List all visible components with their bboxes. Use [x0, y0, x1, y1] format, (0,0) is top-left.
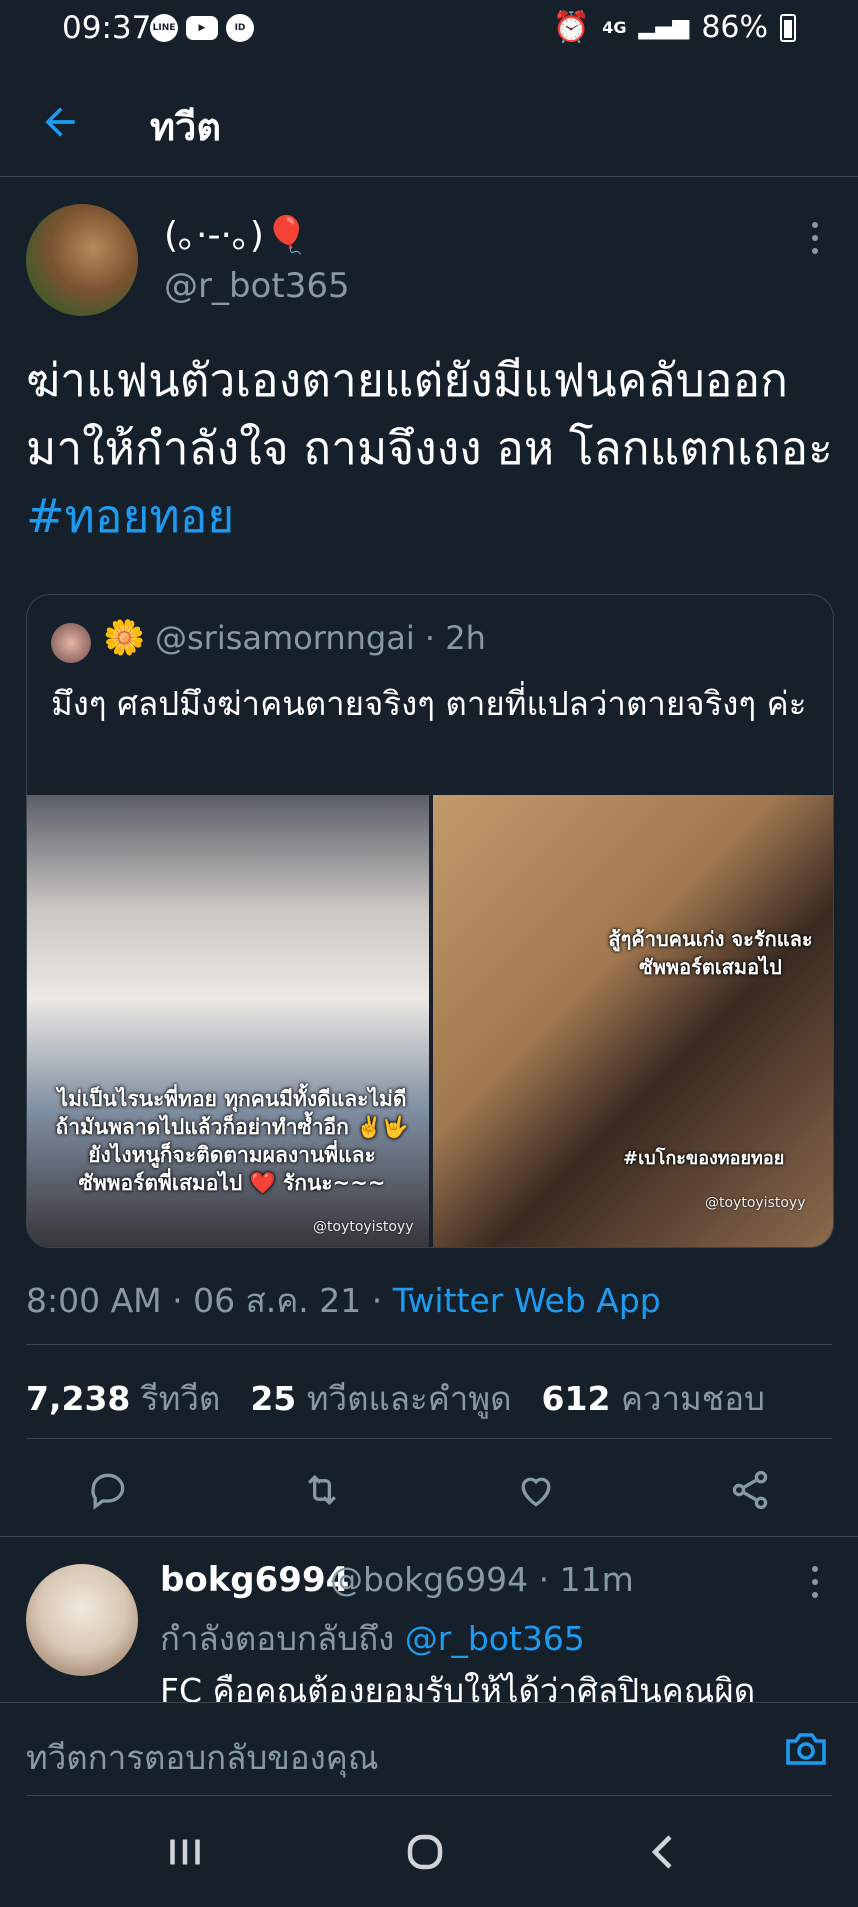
quoted-author-avatar	[51, 623, 91, 663]
retweet-stat[interactable]: 7,238 รีทวีต	[26, 1372, 220, 1425]
reply-icon[interactable]	[86, 1468, 130, 1512]
author-avatar[interactable]	[26, 204, 138, 316]
quoted-text: มึงๆ ศลปมึงฆ่าคนตายจริงๆ ตายที่แปลว่าตาย…	[51, 684, 807, 723]
reply-handle-time: @bokg6994 · 11m	[330, 1560, 634, 1599]
status-app-icons: LINE ▶ ID	[150, 14, 254, 42]
quote-label: ทวีตและคำพูด	[306, 1379, 512, 1418]
reply-author-avatar[interactable]	[26, 1564, 138, 1676]
tweet-text: ฆ่าแฟนตัวเองตายแต่ยังมีแฟนคลับออกมาให้กำ…	[26, 346, 836, 550]
author-display-name[interactable]: (｡·-·｡)🎈	[164, 206, 309, 258]
quoted-tweet-card[interactable]: 🌼 @srisamornngai · 2h มึงๆ ศลปมึงฆ่าคนตา…	[26, 594, 834, 1248]
back-nav-icon[interactable]	[635, 1822, 695, 1882]
author-handle[interactable]: @r_bot365	[164, 266, 350, 306]
recent-apps-icon[interactable]	[155, 1822, 215, 1882]
tweet-body: ฆ่าแฟนตัวเองตายแต่ยังมีแฟนคลับออกมาให้กำ…	[26, 353, 833, 475]
tweet-meta: 8:00 AM · 06 ส.ค. 21 · Twitter Web App	[26, 1274, 661, 1327]
divider	[26, 1344, 832, 1345]
retweet-count: 7,238	[26, 1379, 131, 1418]
signal-icon: ▂▄▆	[638, 15, 690, 40]
share-icon[interactable]	[728, 1468, 772, 1512]
alarm-icon: ⏰	[552, 10, 591, 45]
tweet-actions	[0, 1458, 858, 1518]
replying-to-link[interactable]: @r_bot365	[405, 1619, 585, 1658]
network-type: 4G	[602, 18, 627, 37]
more-options-icon[interactable]	[812, 222, 822, 254]
back-arrow-icon[interactable]	[38, 100, 82, 144]
quoted-image-right[interactable]: สู้ๆค้าบคนเก่ง จะรักและซัพพอร์ตเสมอไป #เ…	[433, 795, 833, 1247]
composer-underline	[26, 1795, 832, 1796]
replying-to: กำลังตอบกลับถึง @r_bot365	[160, 1612, 585, 1665]
reply-more-options-icon[interactable]	[812, 1566, 822, 1598]
image-left-watermark: @toytoyistoyy	[313, 1219, 414, 1235]
image-right-watermark: @toytoyistoyy	[705, 1195, 806, 1211]
image-right-caption: สู้ๆค้าบคนเก่ง จะรักและซัพพอร์ตเสมอไป	[608, 927, 813, 979]
like-count: 612	[541, 1379, 611, 1418]
youtube-icon: ▶	[186, 16, 218, 40]
quote-stat[interactable]: 25 ทวีตและคำพูด	[250, 1372, 511, 1425]
section-divider	[0, 1536, 858, 1537]
battery-icon	[780, 13, 796, 42]
heart-icon[interactable]	[514, 1468, 558, 1512]
image-right-tag: #เบโกะของทอยทอย	[623, 1148, 785, 1169]
status-right: ⏰ 4G ▂▄▆ 86%	[553, 10, 796, 45]
like-label: ความชอบ	[620, 1379, 765, 1418]
quoted-display-name: 🌼	[103, 618, 146, 658]
status-time: 09:37	[62, 10, 152, 46]
replying-prefix: กำลังตอบกลับถึง	[160, 1619, 405, 1658]
tweet-source-link[interactable]: Twitter Web App	[393, 1281, 661, 1320]
reply-author-name[interactable]: bokg6994	[160, 1560, 349, 1600]
reply-composer: ทวีตการตอบกลับของคุณ	[0, 1702, 858, 1797]
trueid-icon: ID	[226, 14, 254, 42]
home-icon[interactable]	[395, 1822, 455, 1882]
status-bar: 09:37 LINE ▶ ID ⏰ 4G ▂▄▆ 86%	[0, 0, 858, 60]
quoted-handle-time: @srisamornngai · 2h	[155, 619, 486, 657]
camera-icon[interactable]	[782, 1725, 830, 1773]
quote-count: 25	[250, 1379, 297, 1418]
image-left-caption: ไม่เป็นไรนะพี่ทอย ทุกคนมีทั้งดีและไม่ดี …	[55, 1087, 409, 1195]
retweet-label: รีทวีต	[140, 1379, 221, 1418]
retweet-icon[interactable]	[300, 1468, 344, 1512]
line-icon: LINE	[150, 14, 178, 42]
tweet-stats: 7,238 รีทวีต 25 ทวีตและคำพูด 612 ความชอบ	[26, 1372, 765, 1425]
system-nav-bar	[0, 1800, 858, 1907]
reply-input[interactable]: ทวีตการตอบกลับของคุณ	[26, 1731, 378, 1784]
tweet-timestamp: 8:00 AM · 06 ส.ค. 21 ·	[26, 1281, 393, 1320]
divider	[26, 1438, 832, 1439]
battery-percent: 86%	[701, 10, 768, 45]
hashtag-link[interactable]: #ทอยทอย	[26, 489, 234, 543]
like-stat[interactable]: 612 ความชอบ	[542, 1372, 765, 1425]
quoted-image-left[interactable]: ไม่เป็นไรนะพี่ทอย ทุกคนมีทั้งดีและไม่ดี …	[27, 795, 429, 1247]
page-title: ทวีต	[150, 105, 222, 149]
header: ทวีต	[0, 70, 858, 177]
